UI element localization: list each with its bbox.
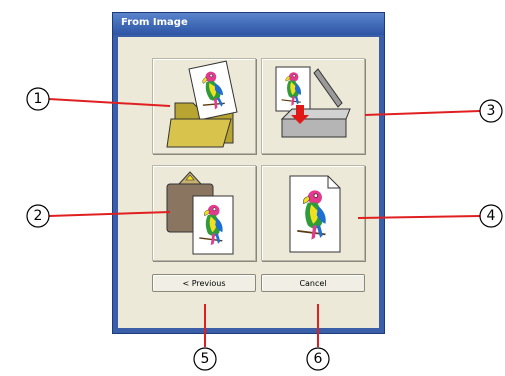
callout-3-number: 3: [487, 103, 496, 119]
callout-annotations: 1 2 3 4 5 6: [26, 87, 503, 371]
callout-1-number: 1: [34, 91, 43, 107]
callout-5-number: 5: [201, 351, 210, 367]
callout-4-number: 4: [487, 208, 496, 224]
callout-2-number: 2: [34, 208, 43, 224]
callout-1-line: [48, 98, 171, 107]
callout-6-number: 6: [314, 351, 323, 367]
callout-2-line: [48, 211, 171, 217]
callout-4-line: [357, 215, 481, 219]
callout-3-line: [364, 110, 481, 116]
